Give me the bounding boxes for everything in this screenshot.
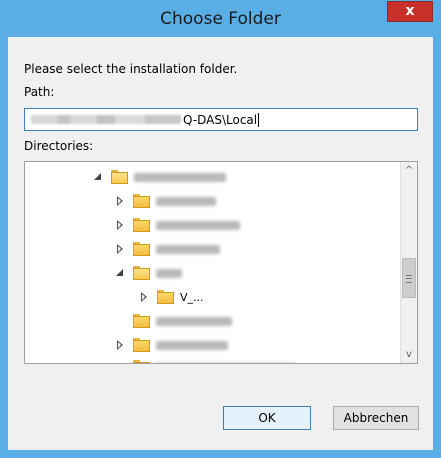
- close-button[interactable]: x: [387, 1, 433, 22]
- tree-item-label: [156, 220, 240, 230]
- folder-icon: [133, 242, 150, 256]
- tree-item-label: [156, 340, 228, 350]
- folder-icon: [133, 314, 150, 328]
- tree-item[interactable]: [115, 214, 240, 236]
- tree-item[interactable]: [115, 190, 216, 212]
- expand-arrow-icon[interactable]: [115, 268, 125, 278]
- vertical-scrollbar[interactable]: ^ v: [400, 162, 417, 363]
- collapse-arrow-icon[interactable]: [115, 244, 125, 254]
- tree-item[interactable]: [133, 310, 232, 332]
- folder-icon: [133, 338, 150, 352]
- tree-item-label: [156, 316, 232, 326]
- tree-item-label: [156, 196, 216, 206]
- choose-folder-dialog: Choose Folder x Please select the instal…: [0, 0, 441, 458]
- folder-icon: [133, 194, 150, 208]
- path-label: Path:: [24, 85, 55, 99]
- text-caret: [258, 112, 260, 127]
- dialog-client-area: Please select the installation folder. P…: [8, 37, 433, 450]
- expand-arrow-icon[interactable]: [93, 172, 103, 182]
- tree-item-label: V_...: [180, 290, 204, 304]
- scroll-down-arrow-icon[interactable]: v: [401, 346, 417, 363]
- prompt-text: Please select the installation folder.: [24, 62, 238, 76]
- tree-item[interactable]: V_...: [139, 286, 204, 308]
- ok-button[interactable]: OK: [223, 406, 311, 430]
- path-prefix-redacted: [31, 115, 181, 124]
- tree-item[interactable]: [133, 356, 296, 363]
- dialog-title: Choose Folder: [160, 9, 281, 29]
- close-icon: x: [405, 3, 415, 19]
- collapse-arrow-icon[interactable]: [115, 220, 125, 230]
- path-value: Q-DAS\Local: [183, 112, 258, 127]
- scrollbar-thumb[interactable]: [402, 258, 416, 298]
- tree-item[interactable]: [115, 334, 228, 356]
- tree-item[interactable]: [115, 262, 182, 284]
- folder-icon: [133, 360, 150, 363]
- tree-item-label: [156, 268, 182, 278]
- tree-item-label: [156, 244, 220, 254]
- folder-icon: [133, 218, 150, 232]
- directory-tree[interactable]: V_... ^ v: [24, 161, 418, 364]
- grip-icon: [406, 275, 412, 283]
- collapse-arrow-icon[interactable]: [139, 292, 149, 302]
- folder-icon: [111, 170, 128, 184]
- folder-icon: [133, 266, 150, 280]
- cancel-button[interactable]: Abbrechen: [333, 406, 419, 430]
- tree-item[interactable]: [115, 238, 220, 260]
- tree-item-label: [134, 172, 226, 182]
- path-input[interactable]: Q-DAS\Local: [24, 108, 418, 131]
- directories-label: Directories:: [24, 139, 94, 153]
- title-bar[interactable]: Choose Folder x: [0, 0, 441, 37]
- tree-item-label: [156, 362, 296, 363]
- collapse-arrow-icon[interactable]: [115, 196, 125, 206]
- folder-icon: [157, 290, 174, 304]
- tree-item[interactable]: [93, 166, 226, 188]
- scroll-up-arrow-icon[interactable]: ^: [401, 162, 417, 179]
- collapse-arrow-icon[interactable]: [115, 340, 125, 350]
